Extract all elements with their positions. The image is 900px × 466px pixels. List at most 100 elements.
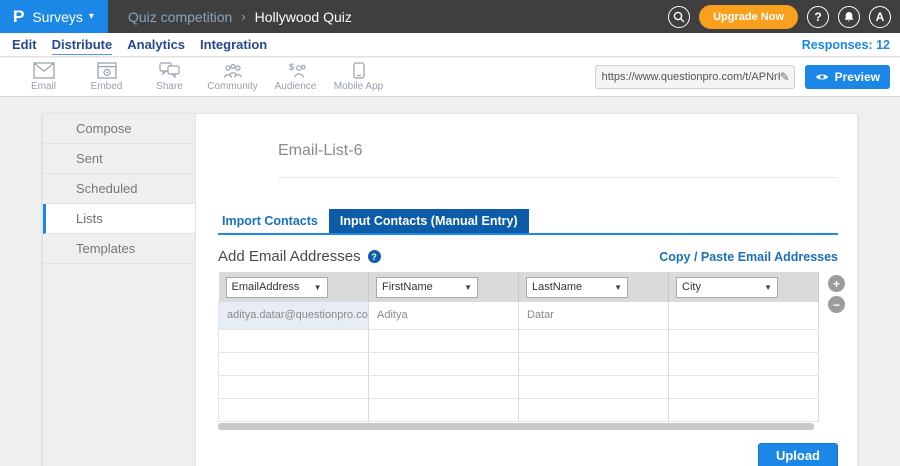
preview-button[interactable]: Preview (805, 65, 890, 89)
add-row-button[interactable]: + (828, 275, 845, 292)
cell-email[interactable] (219, 352, 369, 375)
list-title-row: Email-List-6 (278, 142, 838, 178)
cell-firstname[interactable] (369, 375, 519, 398)
surveys-menu[interactable]: P Surveys ▾ (0, 0, 108, 33)
preview-button-label: Preview (835, 70, 880, 84)
cell-firstname[interactable] (369, 352, 519, 375)
cell-lastname[interactable] (519, 329, 669, 352)
column-select-lastname[interactable]: LastName▼ (526, 277, 628, 298)
cell-lastname[interactable] (519, 375, 669, 398)
upgrade-now-button[interactable]: Upgrade Now (699, 5, 798, 29)
section-title: Add Email Addresses (218, 248, 361, 265)
table-horizontal-scrollbar[interactable] (218, 423, 814, 430)
cell-city[interactable] (669, 375, 819, 398)
breadcrumb-parent[interactable]: Quiz competition (128, 9, 232, 25)
select-caret-icon: ▼ (764, 283, 772, 292)
cell-firstname[interactable] (369, 398, 519, 421)
upload-row: Upload (218, 443, 838, 466)
toolbar-item-audience[interactable]: $ Audience (264, 62, 327, 92)
survey-link-area: ✎ Preview (595, 65, 900, 89)
table-row: aditya.datar@questionpro.com Aditya Data… (219, 302, 819, 329)
toolbar-item-email[interactable]: Email (12, 62, 75, 92)
sidebar-item-scheduled[interactable]: Scheduled (43, 174, 195, 204)
table-row (219, 352, 819, 375)
list-content: Email-List-6 Import Contacts Input Conta… (196, 114, 858, 466)
nav-item-integration[interactable]: Integration (200, 37, 267, 52)
embed-icon (97, 62, 117, 79)
community-icon (222, 62, 244, 79)
questionpro-logo: P (13, 7, 25, 27)
edit-url-pencil-icon[interactable]: ✎ (780, 70, 790, 84)
survey-url-input[interactable] (602, 71, 780, 83)
contacts-table: EmailAddress▼ FirstName▼ LastName▼ City▼… (218, 272, 819, 422)
tab-input-contacts-manual-entry[interactable]: Input Contacts (Manual Entry) (329, 209, 529, 233)
add-email-addresses-head: Add Email Addresses ? Copy / Paste Email… (218, 248, 838, 265)
upload-button[interactable]: Upload (758, 443, 838, 466)
cell-city[interactable] (669, 398, 819, 421)
toolbar-item-label: Share (156, 81, 183, 92)
cell-lastname[interactable] (519, 398, 669, 421)
cell-city[interactable] (669, 352, 819, 375)
nav-item-distribute[interactable]: Distribute (52, 37, 113, 52)
cell-email[interactable] (219, 375, 369, 398)
contacts-table-area: EmailAddress▼ FirstName▼ LastName▼ City▼… (218, 272, 838, 430)
search-icon[interactable] (668, 6, 690, 28)
share-icon (159, 62, 180, 79)
toolbar-item-mobile-app[interactable]: Mobile App (327, 62, 390, 92)
column-select-firstname[interactable]: FirstName▼ (376, 277, 478, 298)
toolbar-item-label: Community (207, 81, 258, 92)
column-select-emailaddress[interactable]: EmailAddress▼ (226, 277, 328, 298)
breadcrumb: Quiz competition › Hollywood Quiz (128, 9, 352, 25)
remove-row-button[interactable]: − (828, 296, 845, 313)
column-select-city[interactable]: City▼ (676, 277, 778, 298)
email-sidebar: Compose Sent Scheduled Lists Templates (43, 114, 196, 466)
toolbar-item-label: Embed (91, 81, 123, 92)
cell-email[interactable] (219, 329, 369, 352)
cell-email[interactable] (219, 398, 369, 421)
copy-paste-email-addresses-link[interactable]: Copy / Paste Email Addresses (659, 250, 838, 264)
toolbar-item-label: Audience (275, 81, 317, 92)
sidebar-item-templates[interactable]: Templates (43, 234, 195, 264)
toolbar-item-community[interactable]: Community (201, 62, 264, 92)
select-caret-icon: ▼ (614, 283, 622, 292)
notifications-bell-icon[interactable] (838, 6, 860, 28)
cell-city[interactable] (669, 329, 819, 352)
nav-item-edit[interactable]: Edit (12, 37, 37, 52)
table-row (219, 375, 819, 398)
column-mapping-row: EmailAddress▼ FirstName▼ LastName▼ City▼ (219, 272, 819, 302)
svg-text:$: $ (289, 62, 294, 72)
help-button[interactable]: ? (807, 6, 829, 28)
cell-lastname[interactable]: Datar (519, 302, 669, 329)
survey-url-box: ✎ (595, 65, 795, 89)
help-icon[interactable]: ? (368, 250, 381, 263)
sidebar-item-sent[interactable]: Sent (43, 144, 195, 174)
cell-firstname[interactable]: Aditya (369, 302, 519, 329)
toolbar-item-embed[interactable]: Embed (75, 62, 138, 92)
mobile-app-icon (353, 62, 365, 79)
responses-count[interactable]: Responses: 12 (802, 38, 890, 52)
breadcrumb-current: Hollywood Quiz (255, 9, 352, 25)
sidebar-item-lists[interactable]: Lists (43, 204, 195, 234)
avatar[interactable]: A (869, 6, 891, 28)
toolbar-item-share[interactable]: Share (138, 62, 201, 92)
survey-subnav: Edit Distribute Analytics Integration Re… (0, 33, 900, 57)
page-title: Email-List-6 (278, 142, 362, 159)
email-lists-card: Compose Sent Scheduled Lists Templates E… (42, 113, 858, 466)
table-row (219, 398, 819, 421)
cell-city[interactable] (669, 302, 819, 329)
nav-item-analytics[interactable]: Analytics (127, 37, 185, 52)
table-row (219, 329, 819, 352)
sidebar-item-compose[interactable]: Compose (43, 114, 195, 144)
top-header-bar: P Surveys ▾ Quiz competition › Hollywood… (0, 0, 900, 33)
distribute-toolbar: Email Embed Share Community $ Audience M… (0, 58, 900, 97)
product-label: Surveys (32, 9, 83, 25)
cell-lastname[interactable] (519, 352, 669, 375)
cell-email[interactable]: aditya.datar@questionpro.com (219, 302, 369, 329)
cell-firstname[interactable] (369, 329, 519, 352)
header-actions: Upgrade Now ? A (668, 5, 900, 29)
breadcrumb-separator-icon: › (241, 9, 245, 24)
tab-import-contacts[interactable]: Import Contacts (218, 209, 329, 233)
select-caret-icon: ▼ (314, 283, 322, 292)
contacts-tabs: Import Contacts Input Contacts (Manual E… (218, 209, 838, 235)
chevron-down-icon: ▾ (89, 11, 94, 22)
